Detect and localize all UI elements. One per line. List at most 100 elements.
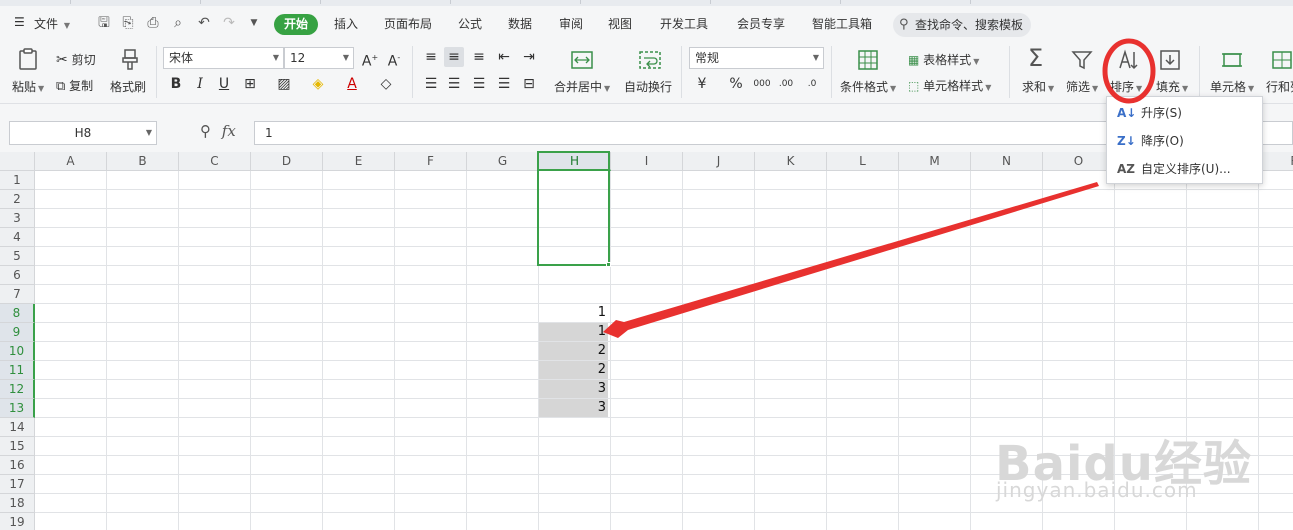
- file-menu[interactable]: 文件 ▼: [34, 15, 70, 32]
- merge-center-button[interactable]: 合并居中 ▼: [554, 78, 610, 95]
- menu-tab-smart-toolbox[interactable]: 智能工具箱: [812, 15, 872, 32]
- menu-tab-developer[interactable]: 开发工具: [660, 15, 708, 32]
- sort-ascending-item[interactable]: A↓ 升序(S): [1107, 100, 1262, 126]
- cell-h10[interactable]: 2: [539, 341, 607, 360]
- row-header-6[interactable]: 6: [0, 266, 35, 285]
- hamburger-icon[interactable]: ☰: [14, 15, 25, 29]
- fill-button[interactable]: 填充 ▼: [1156, 78, 1188, 95]
- copy-button[interactable]: ⧉ 复制: [56, 77, 93, 94]
- column-header-a[interactable]: A: [35, 152, 107, 171]
- fill-pattern-icon[interactable]: ▨: [274, 74, 294, 94]
- cell-h12[interactable]: 3: [539, 379, 607, 398]
- filter-button[interactable]: 筛选 ▼: [1066, 78, 1098, 95]
- cell-h11[interactable]: 2: [539, 360, 607, 379]
- format-painter-button[interactable]: 格式刷: [110, 78, 146, 95]
- row-col-icon[interactable]: [1270, 48, 1293, 72]
- menu-tab-page-layout[interactable]: 页面布局: [384, 15, 432, 32]
- decrease-font-icon[interactable]: A-: [384, 48, 404, 70]
- selected-range[interactable]: [537, 151, 610, 266]
- column-header-m[interactable]: M: [899, 152, 971, 171]
- font-size-select[interactable]: 12 ▼: [284, 47, 354, 69]
- row-col-button[interactable]: 行和列: [1266, 78, 1293, 95]
- menu-tab-insert[interactable]: 插入: [334, 15, 358, 32]
- merge-center-icon[interactable]: [570, 48, 594, 72]
- filter-icon[interactable]: [1070, 48, 1094, 72]
- cell-style-button[interactable]: ⬚ 单元格样式 ▼: [908, 77, 991, 94]
- column-header-o[interactable]: O: [1043, 152, 1115, 171]
- row-header-7[interactable]: 7: [0, 285, 35, 304]
- row-header-9[interactable]: 9: [0, 323, 35, 342]
- row-header-1[interactable]: 1: [0, 171, 35, 190]
- column-header-r[interactable]: R: [1259, 152, 1293, 171]
- document-tab[interactable]: [970, 0, 1220, 4]
- align-center-icon[interactable]: ☰: [444, 74, 464, 94]
- fill-icon[interactable]: [1158, 48, 1182, 72]
- column-header-j[interactable]: J: [683, 152, 755, 171]
- document-tab[interactable]: [450, 0, 580, 4]
- menu-tab-view[interactable]: 视图: [608, 15, 632, 32]
- format-painter-icon[interactable]: [118, 47, 142, 71]
- fill-color-icon[interactable]: ◈: [308, 74, 328, 94]
- undo-icon[interactable]: ↶: [196, 15, 212, 31]
- align-middle-icon[interactable]: ≡: [444, 47, 464, 67]
- row-header-13[interactable]: 13: [0, 399, 35, 418]
- row-header-11[interactable]: 11: [0, 361, 35, 380]
- menu-tab-data[interactable]: 数据: [508, 15, 532, 32]
- custom-sort-item[interactable]: AZ 自定义排序(U)...: [1107, 156, 1262, 182]
- menu-tab-start[interactable]: 开始: [274, 14, 318, 35]
- print-preview-icon[interactable]: ⌕: [170, 15, 186, 31]
- font-name-select[interactable]: 宋体 ▼: [163, 47, 284, 69]
- command-search-box[interactable]: ⚲ 查找命令、搜索模板: [893, 13, 1031, 37]
- menu-tab-formulas[interactable]: 公式: [458, 15, 482, 32]
- cell-button[interactable]: 单元格 ▼: [1210, 78, 1254, 95]
- print-icon[interactable]: ⎙: [145, 15, 161, 31]
- column-header-l[interactable]: L: [827, 152, 899, 171]
- row-header-18[interactable]: 18: [0, 494, 35, 513]
- sort-icon[interactable]: [1116, 48, 1140, 72]
- sum-button[interactable]: 求和 ▼: [1022, 78, 1054, 95]
- export-icon[interactable]: ⎘: [120, 15, 136, 31]
- increase-decimal-icon[interactable]: .00: [776, 74, 796, 94]
- decrease-indent-icon[interactable]: ⇤: [494, 47, 514, 67]
- fill-handle[interactable]: [606, 262, 611, 267]
- menu-tab-member[interactable]: 会员专享: [737, 15, 785, 32]
- column-header-d[interactable]: D: [251, 152, 323, 171]
- row-header-5[interactable]: 5: [0, 247, 35, 266]
- column-header-b[interactable]: B: [107, 152, 179, 171]
- zoom-icon[interactable]: ⚲: [200, 122, 211, 140]
- column-header-k[interactable]: K: [755, 152, 827, 171]
- column-header-i[interactable]: I: [611, 152, 683, 171]
- auto-wrap-icon[interactable]: [638, 48, 662, 72]
- menu-tab-review[interactable]: 审阅: [559, 15, 583, 32]
- underline-icon[interactable]: U: [214, 74, 234, 94]
- thousands-icon[interactable]: 000: [752, 74, 772, 94]
- conditional-format-icon[interactable]: [856, 48, 880, 72]
- row-header-17[interactable]: 17: [0, 475, 35, 494]
- align-top-icon[interactable]: ≡: [421, 47, 441, 67]
- paste-button[interactable]: 粘贴 ▼: [12, 78, 44, 95]
- bold-icon[interactable]: B: [166, 74, 186, 94]
- decrease-decimal-icon[interactable]: .0: [802, 74, 822, 94]
- distributed-align-icon[interactable]: ⊟: [519, 74, 539, 94]
- row-header-15[interactable]: 15: [0, 437, 35, 456]
- align-bottom-icon[interactable]: ≡: [469, 47, 489, 67]
- document-tab[interactable]: [200, 0, 320, 4]
- column-header-f[interactable]: F: [395, 152, 467, 171]
- sort-button[interactable]: 排序 ▼: [1110, 78, 1142, 95]
- currency-icon[interactable]: ¥: [692, 74, 712, 94]
- select-all-corner[interactable]: [0, 152, 35, 171]
- auto-wrap-button[interactable]: 自动换行: [624, 78, 672, 95]
- percent-icon[interactable]: %: [726, 74, 746, 94]
- cell-h9[interactable]: 1: [539, 322, 607, 341]
- row-header-2[interactable]: 2: [0, 190, 35, 209]
- border-icon[interactable]: ⊞: [240, 74, 260, 94]
- paste-icon[interactable]: [16, 47, 40, 71]
- row-header-12[interactable]: 12: [0, 380, 35, 399]
- redo-icon[interactable]: ↷: [221, 15, 237, 31]
- column-header-c[interactable]: C: [179, 152, 251, 171]
- document-tab[interactable]: [70, 0, 200, 4]
- cell-h13[interactable]: 3: [539, 398, 607, 417]
- row-header-16[interactable]: 16: [0, 456, 35, 475]
- row-header-19[interactable]: 19: [0, 513, 35, 530]
- increase-font-icon[interactable]: A+: [360, 48, 380, 70]
